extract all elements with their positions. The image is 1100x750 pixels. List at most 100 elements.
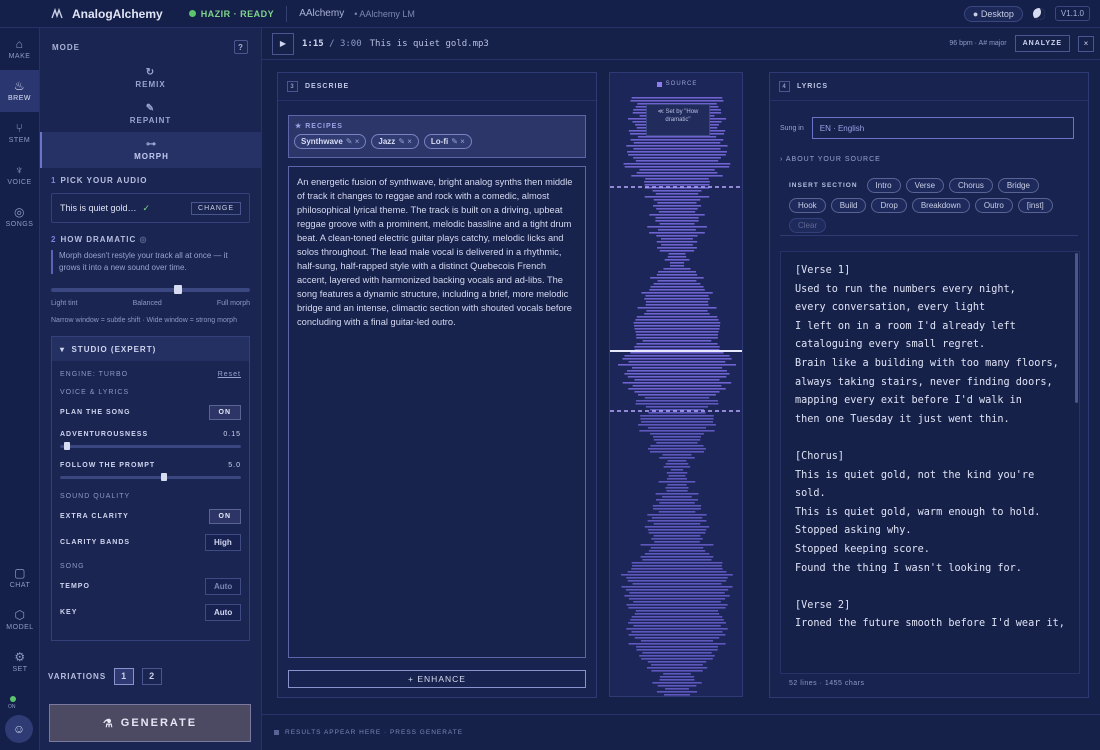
theme-toggle-moon-icon[interactable] — [1032, 7, 1045, 20]
step-number: 4 — [779, 81, 790, 92]
section-tag-breakdown[interactable]: Breakdown — [911, 198, 970, 213]
rail-item-stem[interactable]: ⑂ STEM — [0, 112, 39, 154]
lyrics-textarea[interactable]: [Verse 1] Used to run the numbers every … — [780, 251, 1080, 674]
description-textarea[interactable]: An energetic fusion of synthwave, bright… — [288, 166, 586, 658]
rail-label: MAKE — [8, 53, 31, 60]
plan-song-label: PLAN THE SONG — [60, 408, 131, 416]
section-tag-build[interactable]: Build — [830, 198, 867, 213]
mode-remix[interactable]: ↻ REMIX — [40, 60, 261, 96]
player-time: 1:15 / 3:00 — [302, 38, 362, 49]
lyrics-scrollbar[interactable] — [1075, 253, 1078, 403]
morph-icon: ⊶ — [146, 139, 157, 150]
rail-item-voice[interactable]: ♆ VOICE — [0, 154, 39, 196]
play-button[interactable]: ▶ — [272, 32, 294, 55]
remove-icon[interactable]: ✎ × — [451, 137, 465, 146]
variations-2-button[interactable]: 2 — [142, 667, 163, 685]
follow-prompt-slider[interactable] — [60, 473, 241, 481]
check-icon: ✓ — [142, 202, 151, 213]
remove-icon[interactable]: ✎ × — [346, 137, 360, 146]
track-info: 96 bpm · A# major — [949, 40, 1007, 47]
insert-section-label: INSERT SECTION — [789, 182, 858, 189]
key-select[interactable]: Auto — [205, 603, 241, 621]
studio-toggle[interactable]: ▾ STUDIO (EXPERT) — [52, 337, 249, 361]
model-name: AAlchemy — [299, 8, 345, 19]
help-button[interactable]: ? — [234, 40, 248, 54]
reset-link[interactable]: Reset — [218, 371, 241, 378]
describe-card: 3 DESCRIBE ★ RECIPES Synthwave ✎ × Jazz ✎ × L… — [277, 72, 597, 698]
audio-file-box[interactable]: This is quiet gold… ✓ CHANGE — [51, 193, 250, 223]
rail-item-set[interactable]: ⚙ SET — [0, 641, 40, 683]
player-file: This is quiet gold.mp3 — [369, 38, 489, 49]
info-icon: ◎ — [139, 235, 148, 244]
flask-icon: ⌂ — [15, 37, 24, 51]
section-tag-bridge[interactable]: Bridge — [997, 178, 1039, 193]
dramatic-note: Morph doesn't restyle your track all at … — [51, 250, 250, 274]
about-source-toggle[interactable]: › ABOUT YOUR SOURCE — [780, 156, 881, 163]
remove-icon[interactable]: ✎ × — [398, 137, 412, 146]
slider-handle[interactable] — [174, 285, 183, 294]
divider — [780, 235, 1078, 236]
source-waveform[interactable]: SOURCE ≪ Set by "How dramatic" — [609, 72, 743, 697]
desktop-button[interactable]: ● Desktop — [963, 5, 1023, 22]
variations-row: VARIATIONS 1 2 — [40, 661, 262, 691]
rail-label: SET — [12, 666, 28, 673]
studio-expert-section: ▾ STUDIO (EXPERT) ENGINE: TURBO Reset VOI… — [51, 336, 250, 641]
rail-item-make[interactable]: ⌂ MAKE — [0, 28, 39, 70]
main-area: ▶ 1:15 / 3:00 This is quiet gold.mp3 96 … — [262, 28, 1100, 750]
dramatic-slider[interactable] — [51, 285, 250, 294]
adventurousness-value: 0.15 — [223, 430, 241, 438]
insert-section: INSERT SECTION Intro Verse Chorus Bridge Hoo… — [789, 178, 1069, 233]
analyze-button[interactable]: ANALYZE — [1014, 35, 1070, 52]
control-panel: MODE ? ↻ REMIX ✎ REPAINT ⊶ MORPH 1 PICK YOUR A… — [40, 28, 299, 750]
mode-morph[interactable]: ⊶ MORPH — [40, 132, 261, 168]
change-button[interactable]: CHANGE — [191, 201, 241, 215]
user-icon: ☺ — [12, 722, 26, 736]
pick-audio-title: 1 PICK YOUR AUDIO — [51, 176, 148, 185]
clarity-bands-select[interactable]: High — [205, 533, 241, 551]
section-tag-inst[interactable]: [inst] — [1017, 198, 1053, 213]
play-icon: ▶ — [279, 39, 287, 48]
section-tag-hook[interactable]: Hook — [789, 198, 826, 213]
how-dramatic-title: 2 HOW DRAMATIC ◎ — [51, 235, 148, 244]
extra-clarity-toggle[interactable]: ON — [208, 508, 241, 524]
avatar[interactable]: ☺ — [5, 715, 33, 743]
clear-button[interactable]: Clear — [789, 218, 827, 233]
rail-item-chat[interactable]: ▢ CHAT — [0, 557, 40, 599]
recipes-box: ★ RECIPES Synthwave ✎ × Jazz ✎ × Lo-fi ✎ × — [288, 115, 586, 158]
microphone-icon: ♆ — [14, 163, 25, 177]
section-tag-intro[interactable]: Intro — [866, 178, 901, 193]
generate-label: GENERATE — [120, 717, 198, 729]
slider-handle[interactable] — [161, 473, 168, 481]
section-tag-chorus[interactable]: Chorus — [949, 178, 993, 193]
plan-song-toggle[interactable]: ON — [208, 404, 241, 420]
adventurousness-label: ADVENTUROUSNESS — [60, 430, 149, 438]
rail-item-songs[interactable]: ◎ SONGS — [0, 196, 39, 238]
recipe-chip[interactable]: Jazz ✎ × — [371, 134, 419, 149]
online-dot-icon — [10, 696, 16, 702]
section-tag-verse[interactable]: Verse — [905, 178, 945, 193]
slider-handle[interactable] — [63, 442, 70, 450]
recipe-chip[interactable]: Lo-fi ✎ × — [423, 134, 472, 149]
describe-title: DESCRIBE — [305, 83, 350, 90]
engine-label: ENGINE: TURBO — [60, 370, 129, 378]
adventurousness-slider[interactable] — [60, 442, 241, 450]
generate-button[interactable]: ⚗ GENERATE — [49, 704, 251, 742]
close-player-button[interactable]: × — [1078, 35, 1094, 52]
enhance-button[interactable]: + ENHANCE — [288, 670, 586, 688]
language-select[interactable]: EN · English — [811, 117, 1074, 139]
rail-label: SONGS — [5, 221, 34, 228]
rail-item-brew[interactable]: ♨ BREW — [0, 70, 39, 112]
recipe-chip[interactable]: Synthwave ✎ × — [294, 134, 367, 149]
section-tag-outro[interactable]: Outro — [974, 198, 1013, 213]
mode-repaint[interactable]: ✎ REPAINT — [40, 96, 261, 132]
file-name: This is quiet gold… — [60, 203, 137, 213]
variations-1-button[interactable]: 1 — [114, 667, 135, 685]
tempo-select[interactable]: Auto — [205, 577, 241, 595]
step-number: 3 — [287, 81, 298, 92]
rail-item-model[interactable]: ⬡ MODEL — [0, 599, 40, 641]
source-marker-icon — [656, 81, 662, 87]
waveform-graphic — [610, 97, 742, 696]
results-marker-icon — [274, 730, 279, 735]
clarity-bands-label: CLARITY BANDS — [60, 538, 131, 546]
section-tag-drop[interactable]: Drop — [871, 198, 907, 213]
